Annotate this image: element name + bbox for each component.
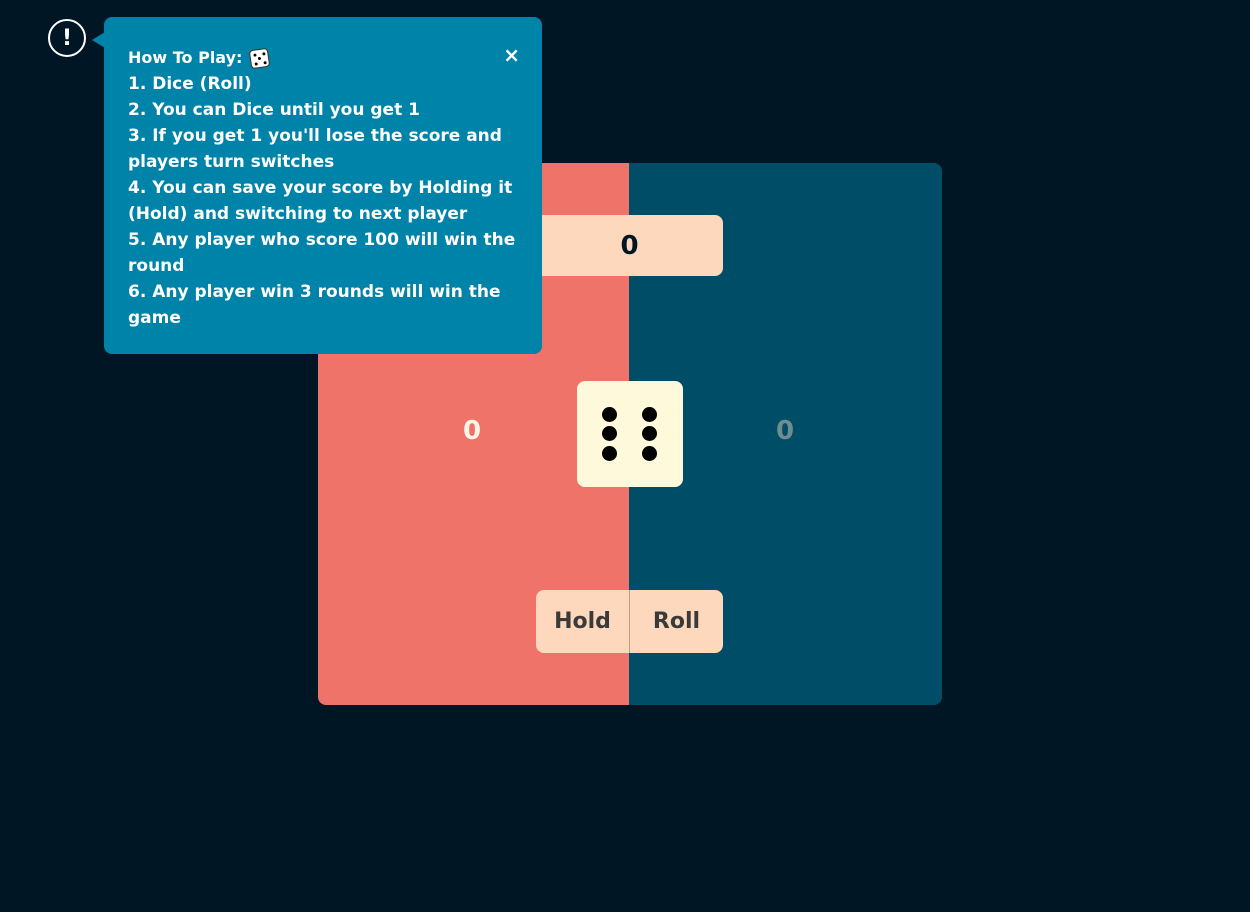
rule-item: 2. You can Dice until you get 1: [128, 100, 420, 120]
tooltip-title: How To Play:: [128, 48, 243, 67]
info-icon[interactable]: !: [48, 19, 86, 57]
roll-button[interactable]: Roll: [630, 590, 723, 653]
dice-pip: [602, 446, 617, 461]
dice-pip: [642, 407, 657, 422]
player1-score: 0: [463, 416, 482, 446]
rule-item: 5. Any player who score 100 will win the…: [128, 230, 516, 276]
how-to-play-tooltip: How To Play: 1. Dice (Roll) 2. You can D…: [104, 17, 542, 354]
dice-pip: [642, 426, 657, 441]
player2-score: 0: [776, 416, 795, 446]
current-score: 0: [536, 215, 723, 276]
dice-pip: [602, 426, 617, 441]
rule-item: 3. If you get 1 you'll lose the score an…: [128, 126, 502, 172]
dice-icon: [249, 47, 271, 69]
rule-item: 6. Any player win 3 rounds will win the …: [128, 282, 501, 328]
action-buttons: Hold Roll: [536, 590, 723, 653]
close-icon[interactable]: ×: [503, 42, 520, 68]
dice-pip: [602, 407, 617, 422]
dice: [577, 381, 683, 487]
rules-list: 1. Dice (Roll) 2. You can Dice until you…: [128, 71, 522, 331]
rule-item: 4. You can save your score by Holding it…: [128, 178, 513, 224]
hold-button[interactable]: Hold: [536, 590, 630, 653]
tooltip-title-row: How To Play:: [128, 45, 522, 71]
dice-pip: [642, 446, 657, 461]
rule-item: 1. Dice (Roll): [128, 74, 252, 94]
